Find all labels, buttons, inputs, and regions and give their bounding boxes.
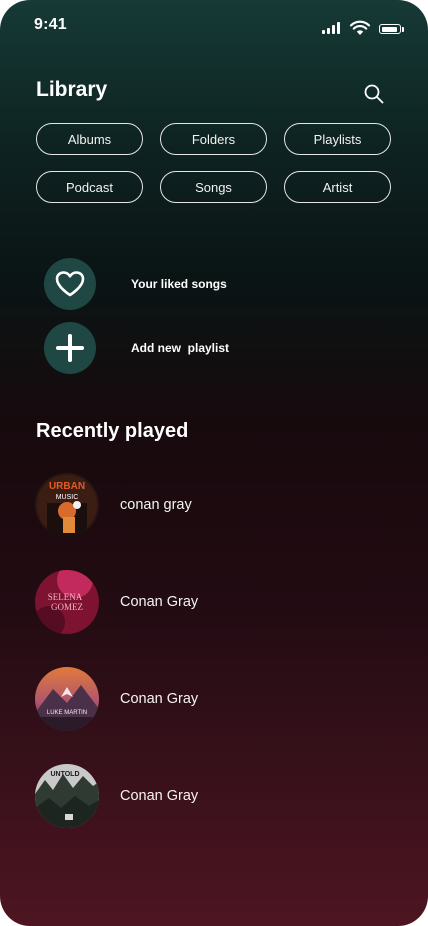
filter-chips: Albums Folders Playlists Podcast Songs A… — [36, 123, 392, 203]
recent-track-3[interactable]: LUKE MARTIN Conan Gray — [35, 667, 375, 731]
signal-icon — [322, 22, 342, 34]
liked-songs-icon-circle — [44, 258, 96, 310]
liked-songs-label: Your liked songs — [131, 277, 227, 291]
status-bar: 9:41 — [0, 0, 428, 50]
wifi-icon — [350, 20, 370, 35]
album-art: LUKE MARTIN — [35, 667, 99, 731]
recently-played-title: Recently played — [36, 420, 189, 442]
filter-songs[interactable]: Songs — [160, 171, 267, 203]
art-text: MUSIC — [56, 494, 79, 501]
album-art: SELENA GOMEZ — [35, 570, 99, 634]
filter-folders[interactable]: Folders — [160, 123, 267, 155]
add-playlist-icon-circle — [44, 322, 96, 374]
filter-artist[interactable]: Artist — [284, 171, 391, 203]
filter-albums[interactable]: Albums — [36, 123, 143, 155]
art-text: UNTOLD — [50, 771, 79, 778]
art-text: SELENA — [48, 592, 83, 602]
filter-playlists[interactable]: Playlists — [284, 123, 391, 155]
track-name: conan gray — [120, 497, 192, 513]
liked-songs-button[interactable]: Your liked songs — [44, 258, 304, 310]
art-text: LUKE MARTIN — [47, 710, 87, 716]
search-icon[interactable] — [362, 82, 386, 106]
battery-cap — [402, 27, 404, 32]
heart-icon — [55, 271, 85, 297]
recent-track-4[interactable]: UNTOLD Conan Gray — [35, 764, 375, 828]
recent-track-2[interactable]: SELENA GOMEZ Conan Gray — [35, 570, 375, 634]
track-name: Conan Gray — [120, 594, 199, 610]
page-title: Library — [36, 78, 108, 101]
plus-icon — [56, 334, 84, 362]
track-name: Conan Gray — [120, 788, 199, 804]
add-playlist-button[interactable]: Add new playlist — [44, 322, 304, 374]
art-text: URBAN — [49, 481, 85, 492]
filter-podcast[interactable]: Podcast — [36, 171, 143, 203]
battery-icon — [379, 24, 401, 34]
recent-track-1[interactable]: URBAN MUSIC conan gray — [35, 473, 375, 537]
add-playlist-label: Add new playlist — [131, 341, 230, 355]
status-time: 9:41 — [34, 16, 67, 33]
art-text: GOMEZ — [51, 602, 83, 612]
album-art: URBAN MUSIC — [35, 473, 99, 537]
library-screen: 9:41 Library Albums Folders Playlists Po… — [0, 0, 428, 926]
album-art: UNTOLD — [35, 764, 99, 828]
track-name: Conan Gray — [120, 691, 199, 707]
